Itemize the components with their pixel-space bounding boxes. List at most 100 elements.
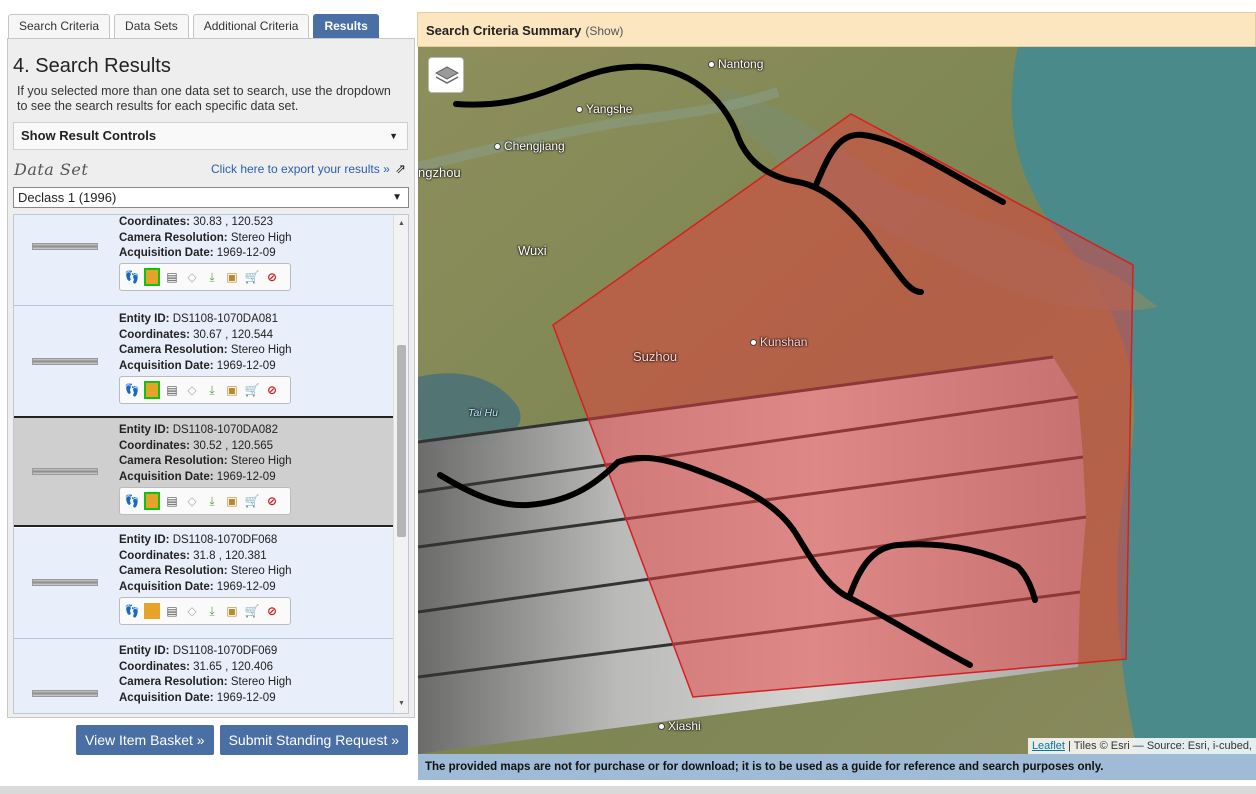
layers-glyph xyxy=(434,66,460,84)
result-actions: 👣 ▤ ◇ ⤓ ▣ 🛒 ⊘ xyxy=(119,263,291,291)
footprint-icon[interactable]: 👣 xyxy=(124,382,140,398)
result-row[interactable]: Entity ID: DS1108-1070DF068 Coordinates:… xyxy=(14,528,394,639)
result-metadata: Coordinates: 30.83 , 120.523 Camera Reso… xyxy=(119,216,292,259)
compare-icon[interactable]: ◇ xyxy=(184,382,200,398)
tab-additional-criteria[interactable]: Additional Criteria xyxy=(192,14,310,38)
map-view[interactable]: Nantong Yangshe Chengjiang ngzhou Wuxi S… xyxy=(418,47,1256,754)
data-set-label: Data Set xyxy=(14,160,89,179)
overlay-icon[interactable] xyxy=(144,268,160,286)
results-list[interactable]: Coordinates: 30.83 , 120.523 Camera Reso… xyxy=(13,214,409,714)
bulk-download-icon[interactable]: ▣ xyxy=(224,493,240,509)
result-metadata: Entity ID: DS1108-1070DF069 Coordinates:… xyxy=(119,645,292,704)
cart-icon[interactable]: 🛒 xyxy=(244,493,260,509)
scroll-down-arrow-icon[interactable]: ▼ xyxy=(394,697,408,711)
result-controls-label: Show Result Controls xyxy=(21,128,157,143)
attribution-text: | Tiles © Esri — Source: Esri, i-cubed, xyxy=(1068,740,1252,752)
overlay-icon[interactable] xyxy=(144,603,160,619)
data-set-selected-value: Declass 1 (1996) xyxy=(18,190,117,205)
map-label-kunshan: Kunshan xyxy=(750,335,807,349)
tab-results[interactable]: Results xyxy=(313,14,379,38)
metadata-icon[interactable]: ▤ xyxy=(164,493,180,509)
results-panel: 4. Search Results If you selected more t… xyxy=(7,38,415,718)
exclude-icon[interactable]: ⊘ xyxy=(264,603,280,619)
export-link-label: Click here to export your results » xyxy=(211,162,390,176)
results-scrollbar[interactable]: ▲ ▼ xyxy=(393,215,408,713)
cart-icon[interactable]: 🛒 xyxy=(244,603,260,619)
result-row[interactable]: Coordinates: 30.83 , 120.523 Camera Reso… xyxy=(14,215,394,306)
summary-show-link[interactable]: (Show) xyxy=(585,24,623,38)
metadata-icon[interactable]: ▤ xyxy=(164,382,180,398)
results-buttons: View Item Basket » Submit Standing Reque… xyxy=(76,725,414,755)
download-icon[interactable]: ⤓ xyxy=(204,269,220,285)
scrollbar-thumb[interactable] xyxy=(397,345,406,537)
footprint-icon[interactable]: 👣 xyxy=(124,603,140,619)
result-row-selected[interactable]: Entity ID: DS1108-1070DA082 Coordinates:… xyxy=(14,416,394,527)
download-icon[interactable]: ⤓ xyxy=(204,603,220,619)
map-label-nantong: Nantong xyxy=(708,57,763,71)
page-title: 4. Search Results xyxy=(13,55,171,77)
summary-title: Search Criteria Summary (Show) xyxy=(426,23,624,38)
map-label-wuxi: Wuxi xyxy=(518,243,547,258)
overlay-icon[interactable] xyxy=(144,381,160,399)
footprint-icon[interactable]: 👣 xyxy=(124,493,140,509)
result-thumbnail[interactable] xyxy=(32,579,98,586)
show-result-controls-toggle[interactable]: Show Result Controls ▼ xyxy=(13,122,408,150)
result-row[interactable]: Entity ID: DS1108-1070DF069 Coordinates:… xyxy=(14,639,394,713)
map-label-changzhou: ngzhou xyxy=(418,165,461,180)
cart-icon[interactable]: 🛒 xyxy=(244,382,260,398)
map-label-suzhou: Suzhou xyxy=(633,349,678,364)
download-icon[interactable]: ⤓ xyxy=(204,382,220,398)
map-label-xiashi: Xiashi xyxy=(658,719,701,733)
data-set-select[interactable]: Declass 1 (1996) ▼ xyxy=(13,187,409,208)
cart-icon[interactable]: 🛒 xyxy=(244,269,260,285)
view-item-basket-button[interactable]: View Item Basket » xyxy=(76,725,214,755)
search-panel: Search Criteria Data Sets Additional Cri… xyxy=(0,0,417,794)
result-row[interactable]: Entity ID: DS1108-1070DA081 Coordinates:… xyxy=(14,306,394,417)
map-attribution: Leaflet | Tiles © Esri — Source: Esri, i… xyxy=(1027,738,1256,754)
leaflet-link[interactable]: Leaflet xyxy=(1032,740,1065,752)
compare-icon[interactable]: ◇ xyxy=(184,269,200,285)
tab-bar: Search Criteria Data Sets Additional Cri… xyxy=(8,14,383,38)
chevron-down-icon: ▼ xyxy=(392,192,402,203)
overlay-icon[interactable] xyxy=(144,492,160,510)
bulk-download-icon[interactable]: ▣ xyxy=(224,603,240,619)
exclude-icon[interactable]: ⊘ xyxy=(264,269,280,285)
search-criteria-summary-bar[interactable]: Search Criteria Summary (Show) xyxy=(417,12,1256,47)
metadata-icon[interactable]: ▤ xyxy=(164,603,180,619)
external-link-icon: ⇗ xyxy=(395,161,406,176)
map-pane: Search Criteria Summary (Show) Nantong Y… xyxy=(417,12,1256,784)
compare-icon[interactable]: ◇ xyxy=(184,603,200,619)
map-label-taihu: Tai Hu xyxy=(468,407,498,419)
result-metadata: Entity ID: DS1108-1070DA082 Coordinates:… xyxy=(119,424,292,483)
result-actions: 👣 ▤ ◇ ⤓ ▣ 🛒 ⊘ xyxy=(119,376,291,404)
tab-search-criteria[interactable]: Search Criteria xyxy=(8,14,111,38)
result-thumbnail[interactable] xyxy=(32,468,98,475)
bulk-download-icon[interactable]: ▣ xyxy=(224,269,240,285)
result-metadata: Entity ID: DS1108-1070DA081 Coordinates:… xyxy=(119,313,292,372)
caret-down-icon: ▼ xyxy=(389,131,398,141)
result-actions: 👣 ▤ ◇ ⤓ ▣ 🛒 ⊘ xyxy=(119,487,291,515)
exclude-icon[interactable]: ⊘ xyxy=(264,493,280,509)
tab-data-sets[interactable]: Data Sets xyxy=(114,14,189,38)
result-thumbnail[interactable] xyxy=(32,358,98,365)
compare-icon[interactable]: ◇ xyxy=(184,493,200,509)
result-thumbnail[interactable] xyxy=(32,690,98,697)
bulk-download-icon[interactable]: ▣ xyxy=(224,382,240,398)
page-bottom-strip xyxy=(0,786,1256,794)
submit-standing-request-button[interactable]: Submit Standing Request » xyxy=(219,725,409,755)
result-actions: 👣 ▤ ◇ ⤓ ▣ 🛒 ⊘ xyxy=(119,597,291,625)
download-icon[interactable]: ⤓ xyxy=(204,493,220,509)
exclude-icon[interactable]: ⊘ xyxy=(264,382,280,398)
metadata-icon[interactable]: ▤ xyxy=(164,269,180,285)
result-thumbnail[interactable] xyxy=(32,243,98,250)
map-label-yangshe: Yangshe xyxy=(576,102,632,116)
result-metadata: Entity ID: DS1108-1070DF068 Coordinates:… xyxy=(119,534,292,593)
map-disclaimer: The provided maps are not for purchase o… xyxy=(418,754,1256,780)
results-intro: If you selected more than one data set t… xyxy=(17,84,391,113)
export-results-link[interactable]: Click here to export your results » ⇗ xyxy=(211,161,406,177)
layers-icon[interactable] xyxy=(428,57,464,93)
map-label-chengjiang: Chengjiang xyxy=(494,139,565,153)
footprint-icon[interactable]: 👣 xyxy=(124,269,140,285)
scroll-up-arrow-icon[interactable]: ▲ xyxy=(394,217,408,231)
map-canvas[interactable] xyxy=(418,47,1256,754)
